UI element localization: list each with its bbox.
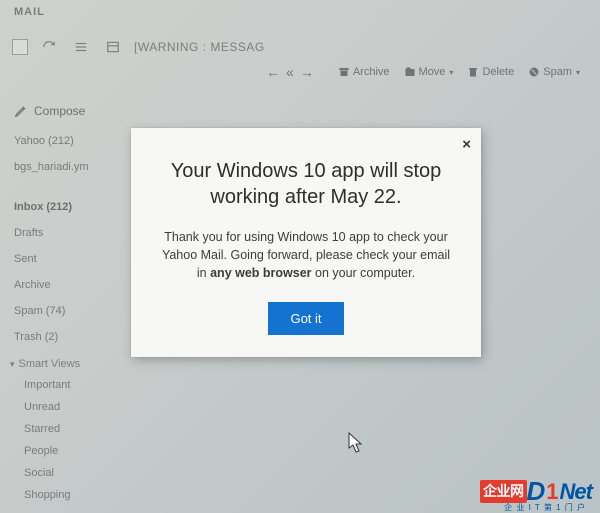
smartview-social[interactable]: Social	[10, 462, 120, 484]
folder-sent[interactable]: Sent	[10, 246, 120, 272]
pane-icon[interactable]	[102, 36, 124, 58]
archive-label: Archive	[353, 66, 390, 78]
move-button[interactable]: Move ▾	[400, 64, 458, 80]
account-item[interactable]: bgs_hariadi.ym	[10, 154, 120, 180]
spam-label: Spam	[543, 66, 572, 78]
smartview-unread[interactable]: Unread	[10, 396, 120, 418]
watermark-sub: 企 业 I T 第 1 门 户	[504, 502, 586, 513]
notice-dialog: × Your Windows 10 app will stop working …	[131, 128, 481, 357]
cursor-icon	[348, 432, 364, 454]
compose-label: Compose	[34, 104, 85, 118]
dialog-title: Your Windows 10 app will stop working af…	[161, 158, 451, 210]
watermark-box: 企业网	[480, 480, 527, 503]
spam-button[interactable]: Spam ▾	[524, 64, 584, 80]
smartview-shopping[interactable]: Shopping	[10, 484, 120, 506]
close-icon[interactable]: ×	[462, 136, 471, 153]
folder-drafts[interactable]: Drafts	[10, 220, 120, 246]
app-label: MAIL	[14, 6, 45, 18]
reply-icon[interactable]: ←	[266, 64, 280, 80]
app-header: MAIL	[0, 0, 600, 30]
got-it-button[interactable]: Got it	[268, 302, 343, 335]
delete-button[interactable]: Delete	[463, 64, 518, 80]
action-bar: ← « → Archive Move ▾ Delete Spam ▾	[0, 62, 600, 86]
folder-inbox[interactable]: Inbox (212)	[10, 194, 120, 220]
account-item[interactable]: Yahoo (212)	[10, 128, 120, 154]
smart-views-heading[interactable]: ▾ Smart Views	[10, 350, 120, 374]
refresh-icon[interactable]	[38, 36, 60, 58]
warning-text: [WARNING : MESSAG	[134, 40, 265, 54]
watermark-1: 1	[546, 479, 558, 505]
menu-icon[interactable]	[70, 36, 92, 58]
watermark-net: Net	[560, 479, 592, 505]
reply-all-icon[interactable]: «	[286, 64, 294, 80]
forward-icon[interactable]: →	[300, 64, 314, 80]
chevron-down-icon: ▾	[576, 68, 580, 77]
smartview-important[interactable]: Important	[10, 374, 120, 396]
chevron-down-icon: ▾	[449, 68, 453, 77]
select-all-checkbox[interactable]	[12, 39, 28, 55]
move-label: Move	[419, 66, 446, 78]
sidebar: Compose Yahoo (212) bgs_hariadi.ym Inbox…	[0, 96, 120, 513]
delete-label: Delete	[482, 66, 514, 78]
message-toolbar: [WARNING : MESSAG	[0, 30, 600, 62]
folder-archive[interactable]: Archive	[10, 272, 120, 298]
compose-button[interactable]: Compose	[10, 100, 120, 128]
archive-button[interactable]: Archive	[334, 64, 394, 80]
chevron-down-icon: ▾	[10, 359, 15, 370]
folder-trash[interactable]: Trash (2)	[10, 324, 120, 350]
smartview-people[interactable]: People	[10, 440, 120, 462]
dialog-body: Thank you for using Windows 10 app to ch…	[159, 228, 453, 282]
smartview-starred[interactable]: Starred	[10, 418, 120, 440]
folder-spam[interactable]: Spam (74)	[10, 298, 120, 324]
